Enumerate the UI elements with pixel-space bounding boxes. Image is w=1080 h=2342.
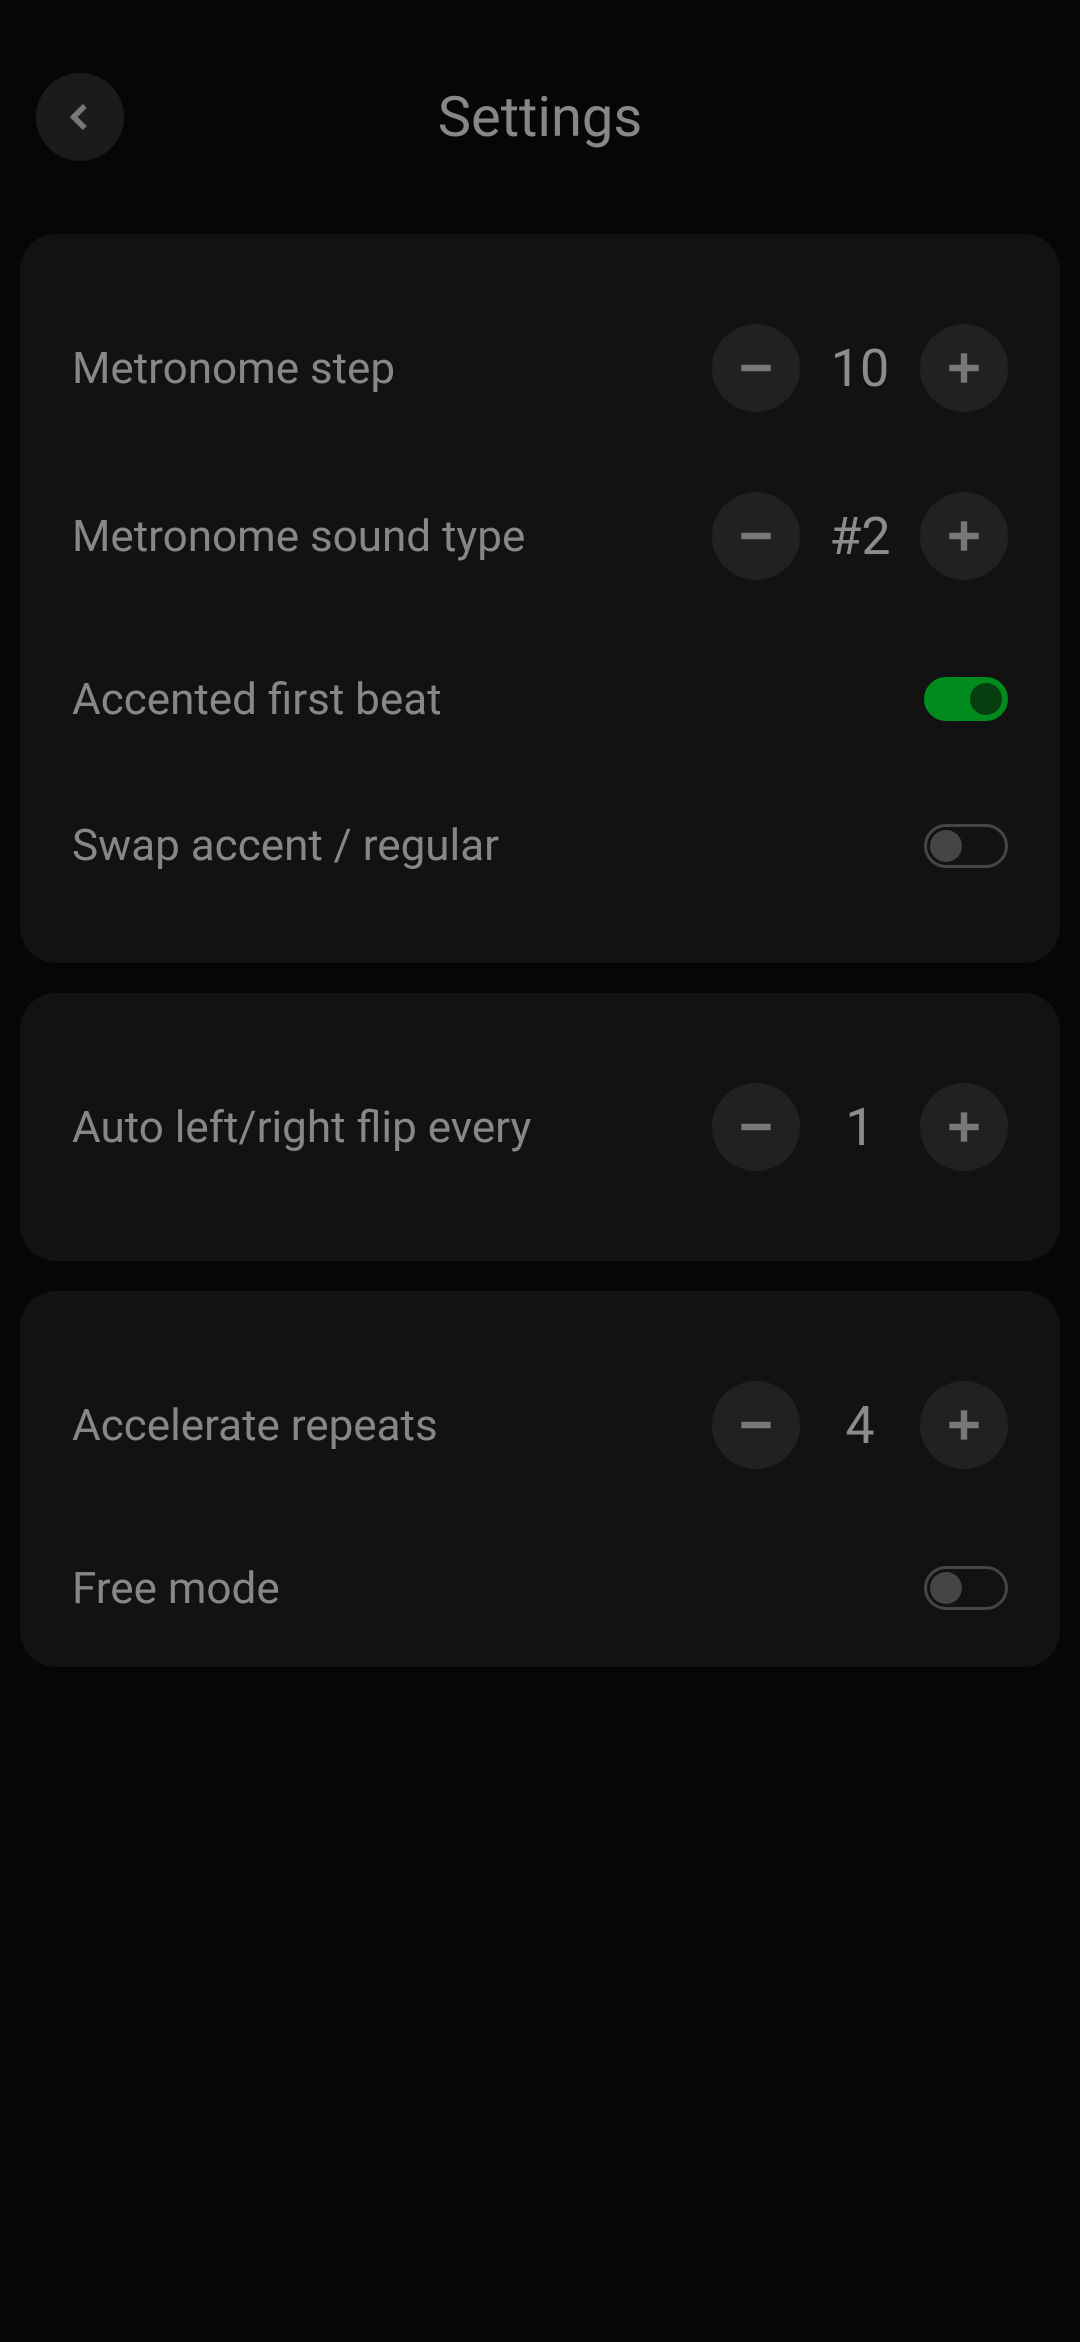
auto-flip-label: Auto left/right flip every [72,1100,712,1155]
metronome-step-value: 10 [800,338,920,399]
accelerate-plus-button[interactable] [920,1381,1008,1469]
accented-first-label: Accented first beat [72,672,924,727]
free-mode-row: Free mode [72,1509,1008,1667]
minus-icon [734,1403,778,1447]
accelerate-card: Accelerate repeats 4 Free mode [20,1291,1060,1667]
plus-icon [942,1403,986,1447]
accelerate-stepper: 4 [712,1381,1008,1469]
minus-icon [734,514,778,558]
metronome-step-plus-button[interactable] [920,324,1008,412]
free-mode-toggle[interactable] [924,1566,1008,1610]
auto-flip-row: Auto left/right flip every 1 [72,993,1008,1261]
plus-icon [942,1105,986,1149]
back-button[interactable] [36,73,124,161]
header: Settings [0,0,1080,234]
metronome-step-row: Metronome step 10 [72,234,1008,452]
auto-flip-minus-button[interactable] [712,1083,800,1171]
auto-flip-plus-button[interactable] [920,1083,1008,1171]
metronome-step-minus-button[interactable] [712,324,800,412]
minus-icon [734,1105,778,1149]
page-title: Settings [0,84,1080,150]
sound-type-value: #2 [800,506,920,567]
accelerate-value: 4 [800,1395,920,1456]
sound-type-plus-button[interactable] [920,492,1008,580]
toggle-knob [930,830,962,862]
sound-type-stepper: #2 [712,492,1008,580]
content: Metronome step 10 Metronome sound type #… [0,234,1080,1667]
swap-accent-toggle[interactable] [924,824,1008,868]
accelerate-minus-button[interactable] [712,1381,800,1469]
free-mode-label: Free mode [72,1561,924,1616]
auto-flip-card: Auto left/right flip every 1 [20,993,1060,1261]
accented-first-toggle[interactable] [924,677,1008,721]
auto-flip-stepper: 1 [712,1083,1008,1171]
metronome-step-label: Metronome step [72,341,712,396]
swap-accent-label: Swap accent / regular [72,818,924,873]
minus-icon [734,346,778,390]
accelerate-label: Accelerate repeats [72,1398,712,1453]
sound-type-minus-button[interactable] [712,492,800,580]
toggle-knob [970,683,1002,715]
auto-flip-value: 1 [800,1097,920,1158]
metronome-step-stepper: 10 [712,324,1008,412]
swap-accent-row: Swap accent / regular [72,778,1008,963]
plus-icon [942,346,986,390]
sound-type-row: Metronome sound type #2 [72,452,1008,620]
metronome-card: Metronome step 10 Metronome sound type #… [20,234,1060,963]
plus-icon [942,514,986,558]
accelerate-row: Accelerate repeats 4 [72,1291,1008,1509]
sound-type-label: Metronome sound type [72,509,712,564]
chevron-left-icon [61,98,99,136]
accented-first-row: Accented first beat [72,620,1008,778]
toggle-knob [930,1572,962,1604]
